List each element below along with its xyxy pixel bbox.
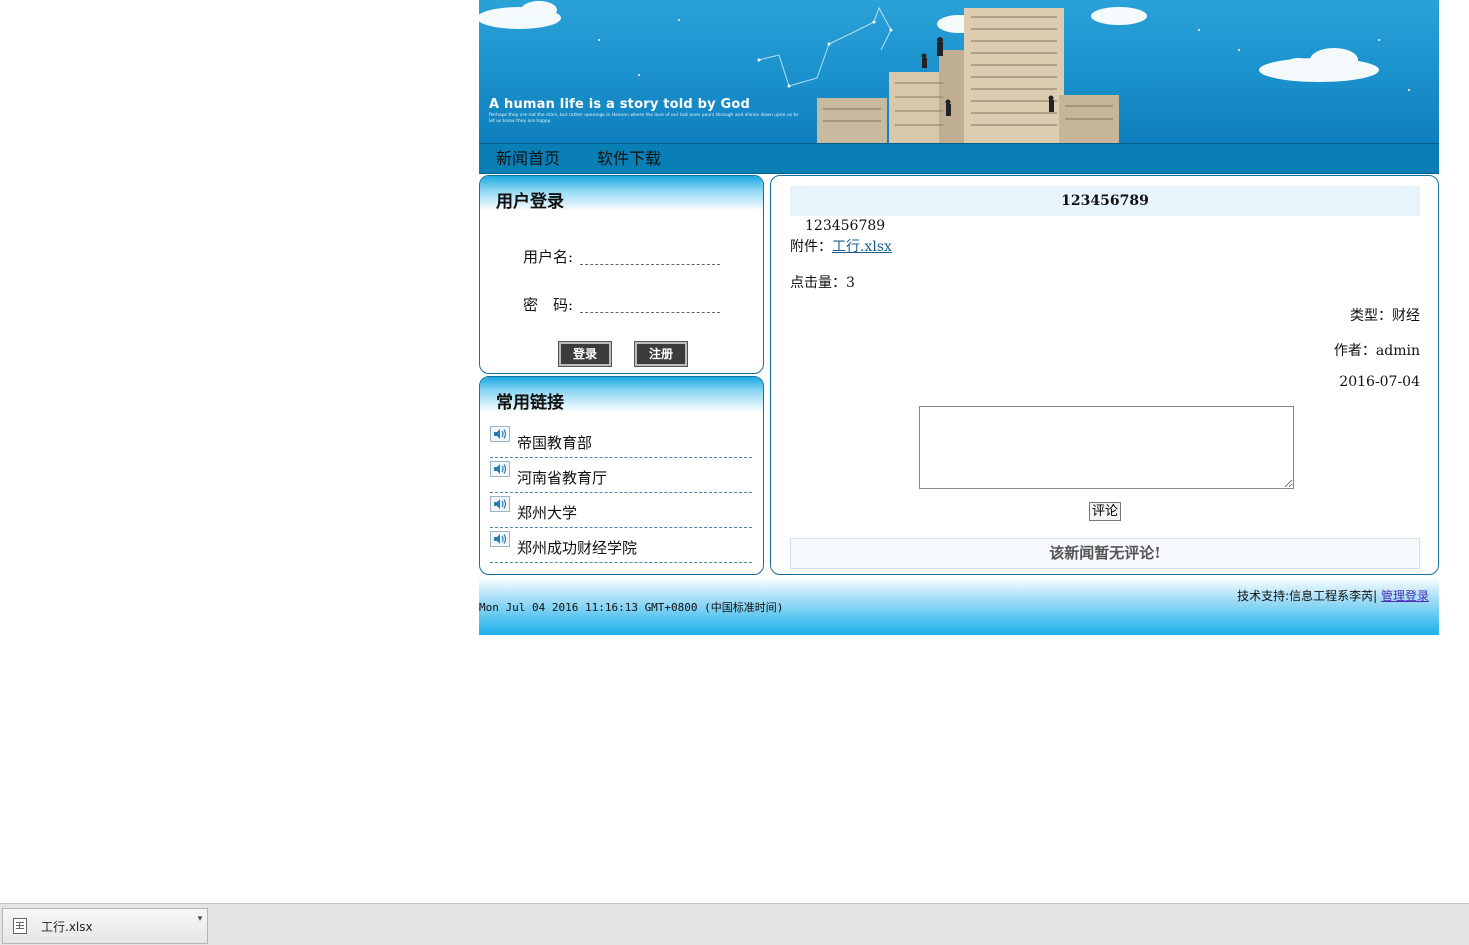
- article-author: 作者：admin: [1333, 343, 1420, 359]
- comment-button[interactable]: 评论: [1089, 502, 1121, 521]
- footer-clock: Mon Jul 04 2016 11:16:13 GMT+0800 (中国标准时…: [479, 601, 784, 614]
- login-panel-title: 用户登录: [496, 192, 564, 212]
- link-item: 河南省教育厅: [490, 458, 752, 493]
- login-panel: 用户登录 用户名: 密 码: 登录 注册: [479, 175, 764, 374]
- username-input[interactable]: [580, 264, 720, 265]
- links-panel-title: 常用链接: [496, 393, 564, 413]
- login-button[interactable]: 登录: [558, 341, 612, 367]
- download-menu-chevron-icon[interactable]: ▾: [193, 908, 208, 944]
- article-panel: 123456789 123456789 附件：工行.xlsx 点击量：3 类型：…: [770, 175, 1439, 575]
- click-count: 点击量：3: [790, 275, 855, 291]
- links-panel: 常用链接 帝国教育部 河南省教育厅 郑州大学 郑州成功财经学院: [479, 376, 764, 575]
- attachment-label: 附件：: [790, 239, 832, 255]
- article-date: 2016-07-04: [1339, 374, 1420, 390]
- link-chenggong-finance-college[interactable]: 郑州成功财经学院: [517, 537, 637, 558]
- attachment-row: 附件：工行.xlsx: [790, 236, 892, 256]
- support-text: 技术支持:信息工程系李芮|: [1237, 589, 1378, 603]
- password-input[interactable]: [580, 312, 720, 313]
- link-zhengzhou-university[interactable]: 郑州大学: [517, 502, 577, 523]
- username-label: 用户名:: [523, 248, 574, 266]
- link-item: 郑州成功财经学院: [490, 528, 752, 563]
- register-button[interactable]: 注册: [634, 341, 688, 367]
- link-item: 郑州大学: [490, 493, 752, 528]
- attachment-link[interactable]: 工行.xlsx: [832, 239, 892, 255]
- admin-login-link[interactable]: 管理登录: [1381, 589, 1429, 603]
- speaker-icon: [490, 531, 510, 547]
- speaker-icon: [490, 461, 510, 477]
- nav-item-software-download[interactable]: 软件下载: [580, 144, 661, 173]
- link-item: 帝国教育部: [490, 423, 752, 458]
- nav-bar: 新闻首页 软件下载: [479, 143, 1439, 174]
- link-henan-education-dept[interactable]: 河南省教育厅: [517, 467, 607, 488]
- no-comment-notice: 该新闻暂无评论!: [790, 538, 1420, 569]
- nav-item-news-home[interactable]: 新闻首页: [479, 144, 560, 173]
- banner-title: A human life is a story told by God: [489, 97, 751, 112]
- spreadsheet-file-icon: [13, 918, 27, 934]
- password-label: 密 码:: [523, 296, 574, 314]
- page: A human life is a story told by God Perh…: [479, 0, 1439, 635]
- speaker-icon: [490, 496, 510, 512]
- footer-support: 技术支持:信息工程系李芮| 管理登录: [1237, 587, 1429, 604]
- footer: Mon Jul 04 2016 11:16:13 GMT+0800 (中国标准时…: [479, 577, 1439, 635]
- article-type: 类型：财经: [1350, 308, 1420, 324]
- comment-textarea[interactable]: [919, 406, 1294, 489]
- speaker-icon: [490, 426, 510, 442]
- download-bar: 工行.xlsx ▾: [0, 903, 1469, 945]
- link-ministry-of-education[interactable]: 帝国教育部: [517, 432, 592, 453]
- article-body: 123456789: [805, 218, 886, 234]
- download-item[interactable]: 工行.xlsx: [2, 908, 194, 944]
- header-banner: A human life is a story told by God Perh…: [479, 0, 1439, 143]
- download-file-name: 工行.xlsx: [41, 920, 93, 934]
- banner-subtitle: Perhaps they are not the stars, but rath…: [489, 113, 799, 124]
- article-title: 123456789: [790, 186, 1420, 216]
